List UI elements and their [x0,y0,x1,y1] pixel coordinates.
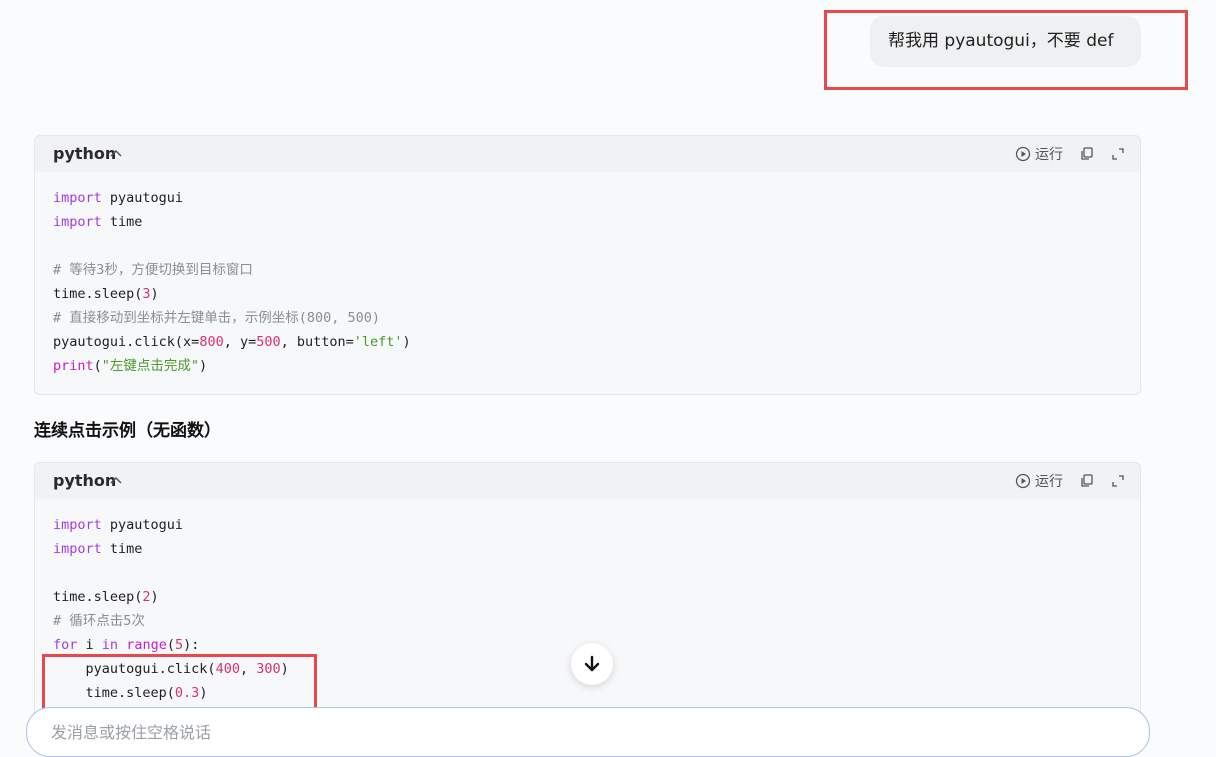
code-token: range [126,637,167,653]
code-token: print [53,358,94,374]
code-line: import pyautogui [53,186,1140,210]
code-token: 'left' [353,334,403,350]
code-block-header: python 运行 [35,463,1140,499]
code-token: import [53,214,102,230]
code-language-label: python [53,471,117,490]
expand-icon[interactable] [1110,146,1126,162]
code-token: , y= [223,334,257,350]
code-content: import pyautogui import time # 等待3秒，方便切换到… [35,172,1140,378]
code-token: ) [150,286,159,302]
code-language-label: python [53,144,117,163]
message-input[interactable] [49,722,753,743]
code-token: # 直接移动到坐标并左键单击，示例坐标(800, 500) [53,310,381,326]
code-token: time.sleep( [53,286,143,302]
copy-icon[interactable] [1079,473,1095,489]
message-input-box[interactable] [26,707,1150,757]
code-token: pyautogui.click(x= [53,334,200,350]
code-token: 500 [256,334,281,350]
code-block-1: python 运行 import pyautogui import time # … [34,135,1141,395]
code-token: time [101,541,143,557]
annotation-highlight-top [824,10,1188,90]
code-token: i [77,637,102,653]
code-line: import time [53,537,1140,561]
code-token: ( [93,358,102,374]
arrow-down-icon [584,655,600,672]
scroll-to-bottom-button[interactable] [571,643,613,685]
code-block-header: python 运行 [35,136,1140,172]
code-line: pyautogui.click(x=800, y=500, button='le… [53,330,1140,354]
code-token: import [53,541,102,557]
code-token: 3 [142,286,151,302]
chevron-up-icon[interactable] [109,474,123,488]
section-heading: 连续点击示例（无函数） [34,421,221,441]
code-token: pyautogui [101,517,184,533]
code-token: ) [199,358,208,374]
play-circle-icon [1015,146,1031,162]
code-token: ) [150,589,159,605]
code-token: time.sleep( [53,589,143,605]
play-circle-icon [1015,473,1031,489]
code-token: 5 [174,637,184,653]
run-label: 运行 [1035,474,1063,490]
code-token: import [53,517,102,533]
code-line: import pyautogui [53,513,1140,537]
run-label: 运行 [1035,147,1063,163]
code-token: pyautogui [101,190,184,206]
code-line: import time [53,210,1140,234]
code-line: # 等待3秒，方便切换到目标窗口 [53,258,1140,282]
code-token: time [101,214,143,230]
code-line: # 直接移动到坐标并左键单击，示例坐标(800, 500) [53,306,1140,330]
code-token: "左键点击完成" [101,358,200,374]
code-line: # 循环点击5次 [53,609,1140,633]
run-button[interactable]: 运行 [1015,463,1063,499]
code-token: # 循环点击5次 [53,613,145,629]
code-line: time.sleep(3) [53,282,1140,306]
code-line: print("左键点击完成") [53,354,1140,378]
code-token: ): [183,637,200,653]
code-token: # 等待3秒，方便切换到目标窗口 [53,262,253,278]
code-token: , button= [280,334,354,350]
code-token: in [101,637,119,653]
run-button[interactable]: 运行 [1015,136,1063,172]
code-line: time.sleep(2) [53,585,1140,609]
chevron-up-icon[interactable] [109,147,123,161]
code-token: 800 [199,334,224,350]
code-token: import [53,190,102,206]
copy-icon[interactable] [1079,146,1095,162]
code-token: for [53,637,78,653]
code-token: ( [166,637,175,653]
expand-icon[interactable] [1110,473,1126,489]
code-token: ) [402,334,411,350]
code-token: 2 [142,589,151,605]
